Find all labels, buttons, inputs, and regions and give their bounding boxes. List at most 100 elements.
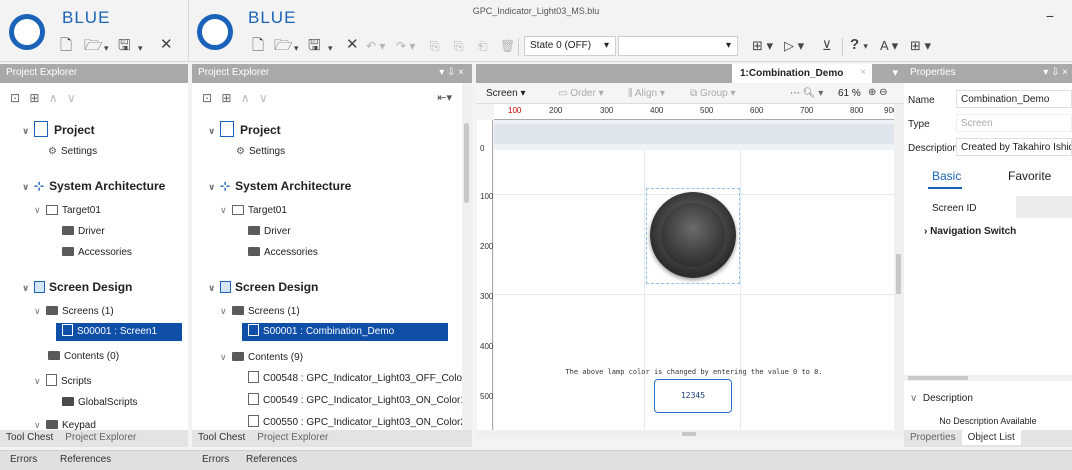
scrollbar-thumb[interactable] xyxy=(682,432,696,436)
layout-icon[interactable]: ⊞ ▾ xyxy=(752,38,773,54)
tree-content-item[interactable]: C00549 : GPC_Indicator_Light03_ON_Color1 xyxy=(248,392,466,410)
open-file-icon[interactable]: 🗁 xyxy=(274,38,293,54)
tree-contents[interactable]: Contents (0) xyxy=(48,348,119,366)
play-icon[interactable]: ▷ ▾ xyxy=(784,38,804,54)
state-select[interactable]: State 0 (OFF) ▾ xyxy=(524,36,616,56)
tab-errors[interactable]: Errors xyxy=(202,454,229,465)
tab-list-icon[interactable]: ▾ xyxy=(892,66,898,79)
save-icon[interactable]: 🖫 xyxy=(308,38,321,54)
tree-contents[interactable]: ∨ Contents (9) xyxy=(220,348,303,367)
tree-screen-design[interactable]: ∨ Screen Design xyxy=(208,278,318,297)
tab-favorite[interactable]: Favorite xyxy=(1008,169,1051,183)
tab-project-explorer[interactable]: Project Explorer xyxy=(59,430,142,445)
tab-tool-chest[interactable]: Tool Chest xyxy=(0,430,59,445)
tree-driver[interactable]: Driver xyxy=(62,223,105,241)
state-value-select[interactable]: ▾ xyxy=(618,36,738,56)
cut-icon[interactable]: ⎘ xyxy=(430,38,440,54)
close-icon[interactable]: ✕ xyxy=(160,37,173,53)
folder-add-icon[interactable]: ⊞ xyxy=(29,91,39,105)
description-section[interactable]: ∨ Description xyxy=(910,393,973,404)
tree-target[interactable]: ∨ Target01 xyxy=(34,201,101,220)
new-file-icon[interactable]: 🗋 xyxy=(252,38,264,54)
move-up-icon[interactable]: ∧ xyxy=(241,91,250,105)
folder-add-icon[interactable]: ⊞ xyxy=(221,91,231,105)
order-dropdown[interactable]: ▭ Order ▾ xyxy=(558,88,604,99)
dropdown-icon[interactable]: ▾ xyxy=(328,40,333,56)
dropdown-icon[interactable]: ▾ xyxy=(138,40,143,56)
tree-project[interactable]: ∨ Project xyxy=(22,121,95,140)
zoom-out-icon[interactable]: ⋯ 🔍︎ ▾ xyxy=(790,88,823,99)
close-icon[interactable]: ✕ xyxy=(346,37,359,53)
tree-system-architecture[interactable]: ∨ ⊹ System Architecture xyxy=(208,177,351,196)
dropdown-icon[interactable]: ▾ xyxy=(104,40,109,56)
save-icon[interactable]: 🖫 xyxy=(118,38,131,54)
tree-driver[interactable]: Driver xyxy=(248,223,291,241)
undo-icon[interactable]: ↶ ▾ xyxy=(366,38,385,54)
tree-project[interactable]: ∨ Project xyxy=(208,121,281,140)
mid-panel-scrollbar[interactable] xyxy=(462,83,472,430)
tree-settings[interactable]: ⚙ Settings xyxy=(48,143,97,161)
dropdown-icon[interactable]: ▾ xyxy=(294,40,299,56)
tree-content-item[interactable]: C00548 : GPC_Indicator_Light03_OFF_Color xyxy=(248,370,465,388)
editor-h-scrollbar[interactable] xyxy=(477,430,904,438)
indicator-lamp[interactable] xyxy=(650,192,736,278)
tab-errors[interactable]: Errors xyxy=(10,454,37,465)
tree-target[interactable]: ∨ Target01 xyxy=(220,201,287,220)
tab-references[interactable]: References xyxy=(60,454,111,465)
pin-icon[interactable]: ⇤▾ xyxy=(437,91,452,104)
splitter[interactable] xyxy=(904,375,1072,381)
scrollbar-thumb[interactable] xyxy=(896,254,901,294)
copy-icon[interactable]: ⎘ xyxy=(454,38,464,54)
tree-scripts[interactable]: ∨ Scripts xyxy=(34,372,92,391)
new-item-icon[interactable]: ⊡ xyxy=(10,91,20,105)
screen-dropdown[interactable]: Screen ▾ xyxy=(486,88,526,99)
tree-screens[interactable]: ∨ Screens (1) xyxy=(220,302,300,321)
tab-basic[interactable]: Basic xyxy=(932,169,961,183)
tree-accessories[interactable]: Accessories xyxy=(248,244,318,262)
move-up-icon[interactable]: ∧ xyxy=(49,91,58,105)
tree-screens[interactable]: ∨ Screens (1) xyxy=(34,302,114,321)
tree-screen-item[interactable]: S00001 : Screen1 xyxy=(56,323,182,341)
new-file-icon[interactable]: 🗋 xyxy=(60,38,72,54)
lamp-selection[interactable] xyxy=(646,188,740,284)
delete-icon[interactable]: 🗑 xyxy=(500,38,515,54)
name-field[interactable]: Combination_Demo xyxy=(956,90,1072,108)
numeric-input[interactable]: 12345 xyxy=(654,379,732,413)
tree-accessories[interactable]: Accessories xyxy=(62,244,132,262)
minimize-button[interactable]: − xyxy=(1046,8,1054,24)
tab-properties[interactable]: Properties xyxy=(904,430,962,445)
tab-project-explorer[interactable]: Project Explorer xyxy=(251,430,334,445)
tab-tool-chest[interactable]: Tool Chest xyxy=(192,430,251,445)
panel-controls[interactable]: ▾ ⇩ × xyxy=(439,67,464,78)
tab-combination-demo[interactable]: 1:Combination_Demo × xyxy=(732,64,872,83)
help-button[interactable]: ? ▾ xyxy=(850,37,868,54)
panel-controls[interactable]: ▾ ⇩ × xyxy=(1043,67,1068,78)
open-file-icon[interactable]: 🗁 xyxy=(84,38,103,54)
new-item-icon[interactable]: ⊡ xyxy=(202,91,212,105)
editor-v-scrollbar[interactable] xyxy=(894,104,904,430)
close-icon[interactable]: × xyxy=(860,67,866,78)
scrollbar-thumb[interactable] xyxy=(908,376,968,380)
tree-screen-item[interactable]: S00001 : Combination_Demo xyxy=(242,323,448,341)
align-dropdown[interactable]: ⫼ Align ▾ xyxy=(628,88,665,99)
tab-object-list[interactable]: Object List xyxy=(961,430,1021,445)
tree-settings[interactable]: ⚙ Settings xyxy=(236,143,285,161)
tab-references[interactable]: References xyxy=(246,454,297,465)
move-down-icon[interactable]: ∨ xyxy=(259,91,268,105)
zoom-in-icon[interactable]: ⊕ ⊖ xyxy=(868,87,888,98)
navigation-switch-section[interactable]: › Navigation Switch xyxy=(924,226,1016,237)
tree-system-architecture[interactable]: ∨ ⊹ System Architecture xyxy=(22,177,165,196)
grid-icon[interactable]: ⊞ ▾ xyxy=(910,38,931,54)
move-down-icon[interactable]: ∨ xyxy=(67,91,76,105)
group-dropdown[interactable]: ⧉ Group ▾ xyxy=(690,88,736,99)
screen-id-field[interactable] xyxy=(1016,196,1072,218)
tree-global-scripts[interactable]: GlobalScripts xyxy=(62,394,137,412)
transfer-icon[interactable]: ⊻ xyxy=(822,38,832,54)
paste-icon[interactable]: ⎗ xyxy=(478,38,488,54)
tree-screen-design[interactable]: ∨ Screen Design xyxy=(22,278,132,297)
redo-icon[interactable]: ↷ ▾ xyxy=(396,38,415,54)
font-size-icon[interactable]: A ▾ xyxy=(880,38,898,54)
description-field[interactable]: Created by Takahiro Ishida xyxy=(956,138,1072,156)
design-canvas[interactable]: The above lamp color is changed by enter… xyxy=(494,150,894,430)
scrollbar-thumb[interactable] xyxy=(464,123,469,203)
